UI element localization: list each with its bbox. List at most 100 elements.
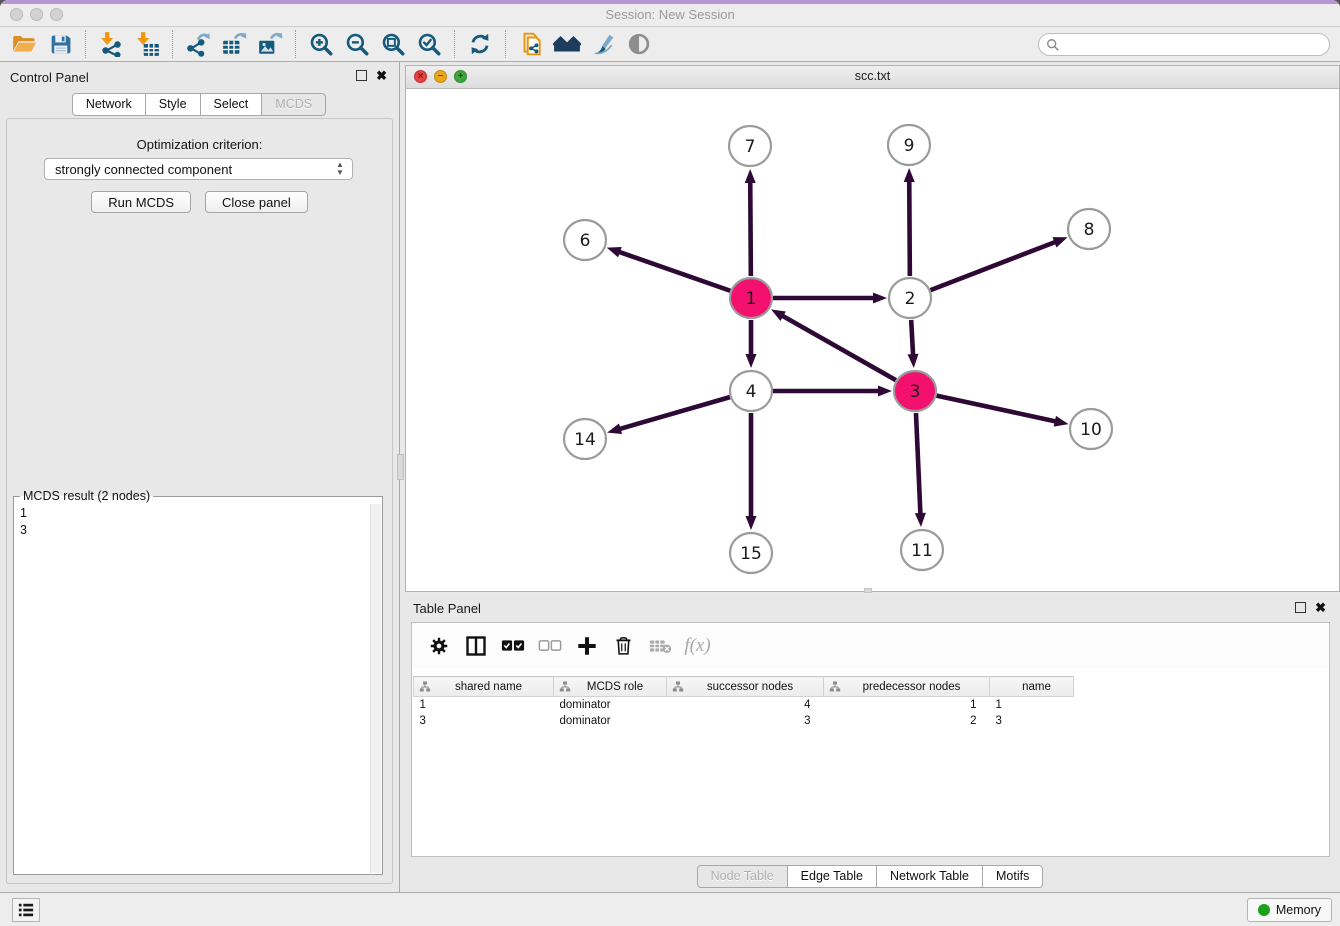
select-all-button[interactable] bbox=[494, 630, 531, 662]
select-stepper-icon: ▲▼ bbox=[334, 161, 346, 177]
graph-edge-3-11[interactable] bbox=[916, 413, 921, 516]
export-image-icon bbox=[257, 31, 283, 57]
run-mcds-button[interactable]: Run MCDS bbox=[91, 191, 191, 213]
graph-node-label-8: 8 bbox=[1084, 220, 1095, 240]
network-resize-handle[interactable] bbox=[864, 588, 872, 593]
zoom-fit-button[interactable] bbox=[375, 29, 411, 59]
table-cell[interactable]: 3 bbox=[667, 713, 824, 729]
export-network-button[interactable] bbox=[180, 29, 216, 59]
trash-icon bbox=[613, 635, 634, 657]
graph-node-label-11: 11 bbox=[911, 541, 933, 561]
network-view-window: × − + scc.txt 7968124314101511 bbox=[405, 65, 1340, 592]
column-header-predecessor-nodes[interactable]: predecessor nodes bbox=[824, 677, 990, 697]
refresh-layout-button[interactable] bbox=[462, 29, 498, 59]
checked-boxes-icon bbox=[501, 638, 525, 653]
delete-column-button[interactable] bbox=[605, 630, 642, 662]
graph-node-label-7: 7 bbox=[745, 137, 756, 157]
graph-edge-3-10[interactable] bbox=[937, 396, 1058, 422]
import-network-icon bbox=[98, 31, 124, 57]
graph-edge-arrowhead bbox=[915, 513, 926, 527]
table-float-icon[interactable] bbox=[1295, 602, 1306, 613]
tab-node-table[interactable]: Node Table bbox=[697, 865, 788, 888]
table-cell[interactable]: 1 bbox=[990, 697, 1074, 713]
deselect-all-button[interactable] bbox=[531, 630, 568, 662]
graph-edge-4-14[interactable] bbox=[618, 397, 730, 429]
save-icon bbox=[48, 32, 73, 57]
import-table-button[interactable] bbox=[129, 29, 165, 59]
search-field[interactable] bbox=[1038, 33, 1330, 56]
column-header-filler bbox=[1074, 677, 1329, 697]
zoom-out-button[interactable] bbox=[339, 29, 375, 59]
table-cell-filler bbox=[1074, 697, 1329, 713]
memory-button[interactable]: Memory bbox=[1247, 898, 1332, 922]
apply-style-button[interactable] bbox=[585, 29, 621, 59]
export-image-button[interactable] bbox=[252, 29, 288, 59]
table-cell[interactable]: 1 bbox=[824, 697, 990, 713]
close-panel-button[interactable]: Close panel bbox=[205, 191, 308, 213]
table-cell[interactable]: 3 bbox=[414, 713, 554, 729]
table-cell[interactable]: 4 bbox=[667, 697, 824, 713]
open-session-button[interactable] bbox=[6, 29, 42, 59]
export-network-icon bbox=[185, 31, 211, 57]
reset-view-button[interactable] bbox=[549, 29, 585, 59]
mcds-result-line: 3 bbox=[20, 522, 363, 539]
zoom-in-button[interactable] bbox=[303, 29, 339, 59]
table-row[interactable]: 3dominator323 bbox=[414, 713, 1329, 729]
search-input[interactable] bbox=[1065, 38, 1315, 52]
export-table-button[interactable] bbox=[216, 29, 252, 59]
graph-node-label-3: 3 bbox=[910, 382, 921, 402]
tab-select[interactable]: Select bbox=[200, 93, 263, 116]
zoom-selected-button[interactable] bbox=[411, 29, 447, 59]
tab-network[interactable]: Network bbox=[72, 93, 146, 116]
column-header-shared-name[interactable]: shared name bbox=[414, 677, 554, 697]
column-header-name[interactable]: name bbox=[990, 677, 1074, 697]
column-header-successor-nodes[interactable]: successor nodes bbox=[667, 677, 824, 697]
toolbar-separator bbox=[295, 30, 296, 58]
graph-node-label-4: 4 bbox=[746, 382, 757, 402]
table-settings-button[interactable] bbox=[420, 630, 457, 662]
tab-style[interactable]: Style bbox=[145, 93, 201, 116]
graph-edge-1-7[interactable] bbox=[750, 180, 751, 276]
table-cell[interactable]: 2 bbox=[824, 713, 990, 729]
node-table-container: f(x) shared nameMCDS rolesuccessor nodes… bbox=[411, 622, 1330, 857]
tab-network-table[interactable]: Network Table bbox=[876, 865, 983, 888]
table-cell[interactable]: 1 bbox=[414, 697, 554, 713]
function-builder-button[interactable]: f(x) bbox=[679, 630, 716, 662]
graph-edge-2-3[interactable] bbox=[911, 320, 913, 357]
result-scrollbar[interactable] bbox=[370, 504, 381, 873]
tab-edge-table[interactable]: Edge Table bbox=[787, 865, 877, 888]
graph-edge-2-9[interactable] bbox=[909, 179, 910, 276]
network-canvas[interactable]: 7968124314101511 bbox=[406, 89, 1339, 591]
table-header-row: shared nameMCDS rolesuccessor nodesprede… bbox=[414, 677, 1329, 697]
import-network-button[interactable] bbox=[93, 29, 129, 59]
table-cell[interactable]: dominator bbox=[554, 713, 667, 729]
table-cell[interactable]: dominator bbox=[554, 697, 667, 713]
show-graphics-details-button[interactable] bbox=[621, 29, 657, 59]
new-network-from-selection-button[interactable] bbox=[513, 29, 549, 59]
status-bar: Memory bbox=[0, 892, 1340, 926]
table-tabs: Node TableEdge TableNetwork TableMotifs bbox=[401, 865, 1340, 888]
optimization-criterion-select[interactable]: strongly connected component ▲▼ bbox=[44, 158, 353, 180]
tab-motifs[interactable]: Motifs bbox=[982, 865, 1043, 888]
tab-mcds[interactable]: MCDS bbox=[261, 93, 326, 116]
graph-edge-3-1[interactable] bbox=[781, 315, 896, 380]
toolbar-separator bbox=[454, 30, 455, 58]
create-column-button[interactable] bbox=[568, 630, 605, 662]
show-columns-button[interactable] bbox=[457, 630, 494, 662]
table-cell[interactable]: 3 bbox=[990, 713, 1074, 729]
graph-edge-1-6[interactable] bbox=[617, 251, 730, 291]
column-header-MCDS-role[interactable]: MCDS role bbox=[554, 677, 667, 697]
graph-edge-2-8[interactable] bbox=[931, 241, 1058, 290]
close-panel-icon[interactable]: ✖ bbox=[376, 68, 387, 84]
open-folder-icon bbox=[11, 31, 37, 57]
table-panel-title: Table Panel bbox=[413, 601, 481, 616]
panel-splitter-handle[interactable] bbox=[397, 454, 404, 480]
delete-table-button[interactable] bbox=[642, 630, 679, 662]
task-history-button[interactable] bbox=[12, 898, 40, 922]
mcds-result-line: 1 bbox=[20, 505, 363, 522]
table-row[interactable]: 1dominator411 bbox=[414, 697, 1329, 713]
mcds-result-textarea[interactable]: 13 bbox=[14, 503, 369, 874]
save-session-button[interactable] bbox=[42, 29, 78, 59]
float-panel-icon[interactable] bbox=[356, 70, 367, 81]
table-close-icon[interactable]: ✖ bbox=[1315, 600, 1326, 616]
